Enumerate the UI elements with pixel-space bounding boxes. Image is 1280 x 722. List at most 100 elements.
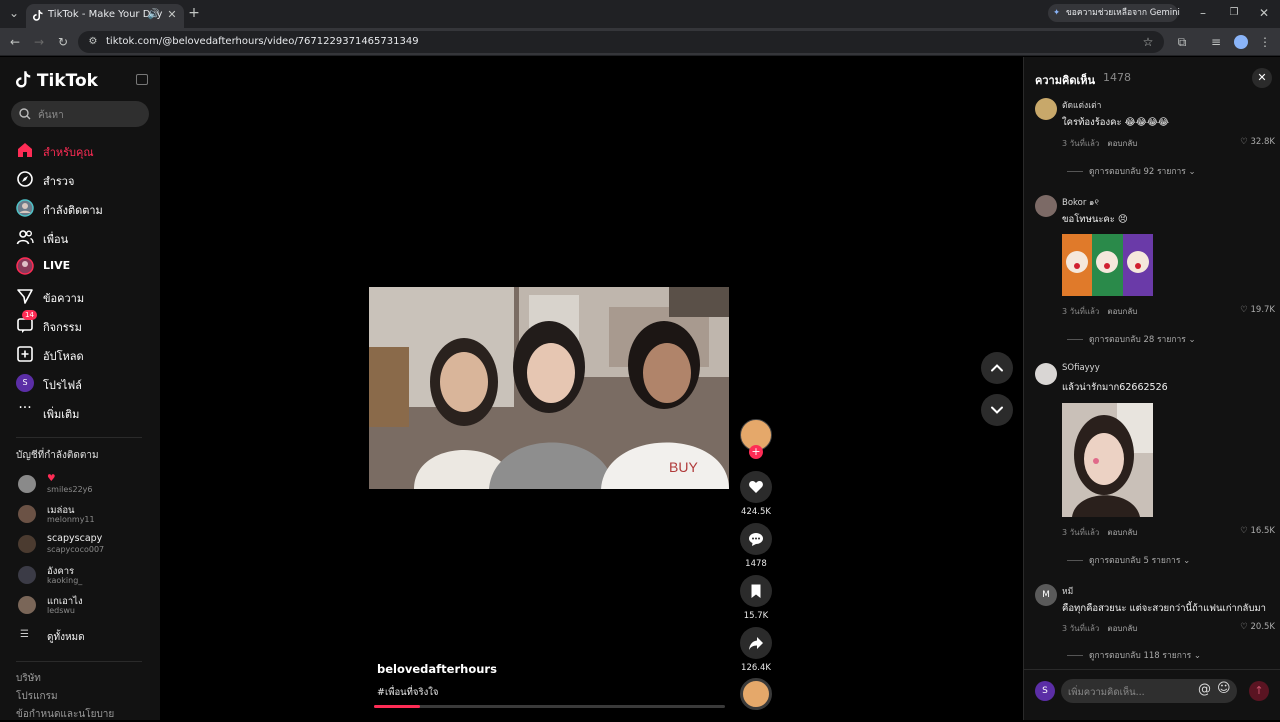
comment-input[interactable]: เพิ่มความคิดเห็น... @ ☺ [1061, 679, 1237, 703]
nav-live[interactable]: LIVE [16, 255, 156, 279]
bookmark-star-icon[interactable]: ☆ [1140, 35, 1156, 49]
tab-search-icon[interactable]: ⌄ [6, 6, 22, 20]
comment-time: 3 วันที่แล้ว [1062, 624, 1100, 633]
sidebar: TikTok ค้นหา สำหรับคุณ สำรวจ กำลังติดตาม… [0, 57, 160, 720]
following-account[interactable]: แกเอาไง ledswu [16, 594, 156, 622]
send-comment-button[interactable]: ↑ [1249, 681, 1269, 701]
nav-following[interactable]: กำลังติดตาม [16, 197, 156, 221]
nav-for-you[interactable]: สำหรับคุณ [16, 139, 156, 163]
comment-item: ตัดแต่งเต่า ใครท้องร้องคะ 😂😂😂😂 3 วันที่แ… [1035, 98, 1275, 178]
account-name: ♥ [47, 473, 56, 484]
new-tab-icon[interactable]: + [186, 6, 202, 20]
view-replies-button[interactable]: ดูการตอบกลับ 118 รายการ ⌄ [1067, 648, 1201, 662]
like-count: 20.5K [1250, 622, 1276, 632]
browser-menu-icon[interactable]: ⋮ [1257, 35, 1273, 49]
comment-item: M หมี คือทุกคือสวยนะ แต่จะสวยกว่านี้ถ้าแ… [1035, 584, 1275, 664]
footer-company-link[interactable]: บริษัท [16, 671, 41, 686]
address-bar[interactable]: ⚙ tiktok.com/@belovedafterhours/video/76… [78, 31, 1164, 53]
comment-likes[interactable]: ♡ 19.7K [1240, 305, 1275, 315]
music-disc-avatar[interactable] [740, 678, 772, 710]
self-avatar[interactable]: S [1035, 681, 1055, 701]
share-button[interactable] [740, 627, 772, 659]
live-icon [16, 257, 34, 275]
extensions-icon[interactable]: ⧉ [1174, 35, 1190, 49]
media-controls-icon[interactable]: ≡ [1208, 35, 1224, 49]
activity-badge: 14 [22, 310, 37, 320]
comment-username[interactable]: ตัดแต่งเต่า [1062, 98, 1101, 112]
comment-sticker-image[interactable] [1062, 234, 1153, 296]
avatar [18, 535, 36, 553]
following-account[interactable]: เมล่อน melonmy11 [16, 503, 156, 531]
gemini-button[interactable]: ✦ ขอความช่วยเหลือจาก Gemini [1048, 4, 1180, 22]
avatar[interactable]: M [1035, 584, 1057, 606]
avatar[interactable] [1035, 363, 1057, 385]
restore-icon[interactable]: ❐ [1226, 6, 1242, 20]
comment-username[interactable]: หมี [1062, 584, 1073, 598]
previous-video-button[interactable] [981, 352, 1013, 384]
close-comments-button[interactable]: ✕ [1252, 68, 1272, 88]
following-account[interactable]: อังคาร kaoking_ [16, 564, 156, 592]
comment-text: แล้วน่ารักมาก62662526 [1062, 382, 1168, 393]
tab-audio-icon[interactable]: 🔊 [146, 8, 162, 22]
comment-button[interactable] [740, 523, 772, 555]
nav-label: สำรวจ [43, 175, 75, 188]
forward-icon[interactable]: → [31, 35, 47, 49]
browser-tab[interactable]: TikTok - Make Your Day 🔊 ✕ [26, 4, 184, 28]
video-frame-image: BUY [369, 287, 729, 489]
emoji-icon[interactable]: ☺ [1217, 681, 1231, 696]
view-replies-button[interactable]: ดูการตอบกลับ 28 รายการ ⌄ [1067, 332, 1196, 346]
nav-messages[interactable]: ข้อความ [16, 285, 156, 309]
comment-likes[interactable]: ♡ 20.5K [1240, 622, 1275, 632]
nav-explore[interactable]: สำรวจ [16, 168, 156, 192]
nav-upload[interactable]: อัปโหลด [16, 343, 156, 367]
reply-button[interactable]: ตอบกลับ [1107, 307, 1137, 316]
nav-friends[interactable]: เพื่อน [16, 226, 156, 250]
bookmark-button[interactable] [740, 575, 772, 607]
view-replies-button[interactable]: ดูการตอบกลับ 92 รายการ ⌄ [1067, 164, 1196, 178]
compass-icon [17, 171, 33, 187]
reply-button[interactable]: ตอบกลับ [1107, 528, 1137, 537]
nav-profile[interactable]: S โปรไฟล์ [16, 372, 156, 396]
follow-plus-button[interactable]: + [749, 445, 763, 459]
search-placeholder: ค้นหา [38, 110, 64, 121]
video-progress-bar[interactable] [374, 705, 725, 708]
comment-username[interactable]: Bokor ๑୧ [1062, 195, 1099, 209]
browser-profile-avatar[interactable] [1234, 35, 1248, 49]
reply-button[interactable]: ตอบกลับ [1107, 139, 1137, 148]
site-info-icon[interactable]: ⚙ [85, 35, 101, 49]
tab-close-icon[interactable]: ✕ [164, 8, 180, 22]
profile-icon: S [16, 374, 34, 392]
comment-likes[interactable]: ♡ 32.8K [1240, 137, 1275, 147]
reload-icon[interactable]: ↻ [55, 35, 71, 49]
nav-activity[interactable]: 14 กิจกรรม [16, 310, 156, 338]
next-video-button[interactable] [981, 394, 1013, 426]
nav-more[interactable]: ··· เพิ่มเติม [16, 401, 156, 425]
search-input[interactable]: ค้นหา [11, 101, 149, 127]
window-close-icon[interactable]: ✕ [1256, 6, 1272, 20]
comment-username[interactable]: SOfiayyy [1062, 363, 1100, 373]
back-icon[interactable]: ← [7, 35, 23, 49]
following-account[interactable]: ♥ smiles22y6 [16, 473, 156, 501]
video-caption[interactable]: #เพื่อนที่จริงใจ [377, 685, 438, 700]
collapse-sidebar-icon[interactable] [136, 74, 148, 85]
comment-likes[interactable]: ♡ 16.5K [1240, 526, 1275, 536]
avatar[interactable] [1035, 195, 1057, 217]
video-author[interactable]: belovedafterhours [377, 662, 497, 676]
view-replies-button[interactable]: ดูการตอบกลับ 5 รายการ ⌄ [1067, 553, 1190, 567]
minimize-icon[interactable]: – [1195, 6, 1211, 20]
like-count: 19.7K [1250, 305, 1276, 315]
video-player[interactable]: BUY [369, 287, 729, 489]
comment-input-placeholder: เพิ่มความคิดเห็น... [1068, 687, 1145, 698]
list-icon: ☰ [20, 629, 29, 640]
tiktok-logo[interactable]: TikTok [16, 71, 98, 91]
see-all-link[interactable]: ☰ ดูทั้งหมด [16, 629, 156, 657]
nav-label: เพื่อน [43, 233, 69, 246]
like-button[interactable] [740, 471, 772, 503]
mention-icon[interactable]: @ [1198, 682, 1211, 697]
comment-time: 3 วันที่แล้ว [1062, 528, 1100, 537]
footer-program-link[interactable]: โปรแกรม [16, 689, 58, 704]
comment-photo-image[interactable] [1062, 403, 1153, 517]
following-account[interactable]: scapyscapy scapycoco007 [16, 533, 156, 561]
reply-button[interactable]: ตอบกลับ [1107, 624, 1137, 633]
avatar[interactable] [1035, 98, 1057, 120]
